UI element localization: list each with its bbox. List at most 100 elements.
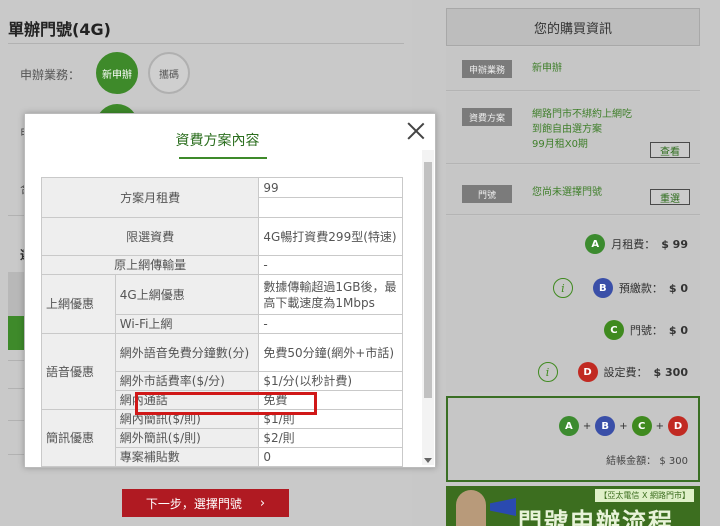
table-row: 方案月租費 99 — [41, 177, 403, 218]
row-value: 99 — [258, 177, 403, 198]
fee-label: 門號： — [629, 324, 663, 337]
fee-label: 月租費： — [611, 238, 656, 251]
total-amount: 結帳金額： $ 300 — [606, 452, 688, 467]
plan-tag: 資費方案 — [462, 108, 512, 126]
table-row: 上網優惠 4G上網優惠 數據傳輸超過1GB後，最高下載速度為1Mbps — [41, 274, 403, 334]
table-row: 簡訊優惠 網內簡訊($/則) $1/則 — [41, 409, 403, 467]
badge-d-icon: D — [668, 416, 688, 436]
number-porting-label: 攜碼 — [159, 69, 179, 81]
fee-amount: $ 0 — [668, 281, 688, 295]
row-label: 方案月租費 — [41, 177, 260, 218]
business-tag: 申辦業務 — [462, 60, 512, 78]
plan-value-line3: 99月租X0期 — [532, 139, 588, 150]
badge-b-icon: B — [595, 416, 616, 436]
row-label: 專案補貼數 — [114, 447, 260, 467]
row-label: 網外市話費率($/分) — [114, 371, 260, 391]
row-label: Wi-Fi上網 — [114, 314, 260, 334]
group-label: 語音優惠 — [41, 333, 116, 410]
row-value: 數據傳輸超過1GB後，最高下載速度為1Mbps — [258, 274, 403, 315]
next-button-label: 下一步，選擇門號 — [145, 496, 242, 511]
scrollbar-thumb[interactable] — [424, 162, 432, 398]
badge-c-icon: C — [603, 320, 624, 340]
page-title: 單辦門號(4G) — [8, 20, 111, 39]
plus-sign: + — [582, 420, 592, 432]
badge-b-icon: B — [592, 278, 613, 298]
title-divider — [8, 43, 404, 44]
sum-formula: A + B + C + D — [558, 416, 688, 436]
plan-table: 方案月租費 99 限選資費 4G暢打資費299型(特速) 原上網傳輸量 - 上網… — [41, 177, 403, 467]
fee-label: 預繳款： — [618, 282, 663, 295]
row-value: 4G暢打資費299型(特速) — [258, 217, 403, 256]
info-icon[interactable]: i — [552, 278, 573, 298]
plan-details-modal: 資費方案內容 方案月租費 99 限選資費 4G暢打資費299型(特速) 原上網傳… — [24, 113, 436, 468]
total-box: A + B + C + D 結帳金額： $ 300 — [446, 396, 700, 482]
sidebar-title: 您的購買資訊 — [446, 8, 700, 46]
fee-label: 設定費： — [603, 366, 648, 379]
plan-row: 資費方案 網路門市不綁約上網吃 到飽自由選方案 99月租X0期 查看 — [446, 92, 700, 164]
total-value: $ 300 — [659, 456, 688, 467]
banner-tag: 【亞太電信 X 網路門市】 — [595, 489, 694, 502]
plan-value-line2: 到飽自由選方案 — [532, 124, 602, 135]
promo-banner[interactable]: 【亞太電信 X 網路門市】 門號申辦流程 — [446, 486, 700, 526]
row-value: $1/則 — [258, 409, 403, 429]
background-selected-tab — [8, 316, 24, 350]
modal-scrollbar[interactable] — [422, 150, 434, 465]
chevron-right-icon: › — [259, 495, 266, 511]
fee-list: A 月租費： $ 99 i B 預繳款： $ 0 C 門號： $ 0 i D 設… — [446, 216, 700, 392]
new-application-option[interactable]: 新申辦 — [96, 52, 138, 94]
fee-amount: $ 300 — [653, 365, 688, 379]
fee-row-setup: i D 設定費： $ 300 — [537, 362, 688, 382]
badge-a-icon: A — [558, 416, 579, 436]
row-label: 網外簡訊($/則) — [114, 428, 260, 448]
row-value: 0 — [258, 447, 403, 467]
badge-a-icon: A — [585, 234, 606, 254]
view-plan-button[interactable]: 查看 — [650, 142, 690, 158]
row-label: 4G上網優惠 — [114, 274, 260, 315]
row-label: 網外語音免費分鐘數(分) — [114, 333, 260, 372]
row-label: 網內簡訊($/則) — [114, 409, 260, 429]
row-value: $1/分(以秒計費) — [258, 371, 403, 391]
person-icon — [456, 490, 486, 526]
table-row: 原上網傳輸量 - — [41, 255, 403, 275]
fee-amount: $ 99 — [661, 237, 688, 251]
badge-c-icon: C — [631, 416, 652, 436]
row-value: - — [258, 255, 403, 275]
group-label: 上網優惠 — [41, 274, 116, 334]
new-application-label: 新申辦 — [102, 69, 132, 81]
row-value: 免費50分鐘(網外+市話) — [258, 333, 403, 372]
badge-d-icon: D — [577, 362, 598, 382]
table-row: 限選資費 4G暢打資費299型(特速) — [41, 217, 403, 256]
reselect-number-button[interactable]: 重選 — [650, 189, 690, 205]
row-label: 網內通話 — [114, 390, 260, 410]
scroll-down-arrow-icon[interactable] — [424, 458, 432, 463]
plan-value-line1: 網路門市不綁約上網吃 — [532, 109, 632, 120]
table-row: 語音優惠 網外語音免費分鐘數(分) 免費50分鐘(網外+市話) — [41, 333, 403, 410]
group-label: 簡訊優惠 — [41, 409, 116, 467]
fee-row-number: C 門號： $ 0 — [603, 320, 688, 340]
row-label: 原上網傳輸量 — [41, 255, 260, 275]
number-porting-option[interactable]: 攜碼 — [148, 52, 190, 94]
fee-row-monthly: A 月租費： $ 99 — [585, 234, 688, 254]
service-label: 申辦業務： — [20, 68, 81, 82]
plus-sign: + — [619, 420, 628, 432]
row-value: $2/則 — [258, 428, 403, 448]
fee-amount: $ 0 — [668, 323, 688, 337]
number-row: 門號 您尚未選擇門號 重選 — [446, 165, 700, 215]
fee-row-prepaid: i B 預繳款： $ 0 — [552, 278, 688, 298]
total-label: 結帳金額： — [606, 456, 657, 467]
megaphone-icon — [490, 498, 516, 516]
plus-sign: + — [655, 420, 664, 432]
title-underline — [179, 157, 267, 159]
close-icon[interactable] — [407, 122, 425, 140]
business-row: 申辦業務 新申辦 — [446, 47, 700, 91]
purchase-summary-sidebar: 您的購買資訊 申辦業務 新申辦 資費方案 網路門市不綁約上網吃 到飽自由選方案 … — [446, 8, 700, 526]
number-value: 您尚未選擇門號 — [532, 187, 602, 198]
modal-title: 資費方案內容 — [175, 133, 260, 149]
plan-table-scroll-area: 方案月租費 99 限選資費 4G暢打資費299型(特速) 原上網傳輸量 - 上網… — [41, 177, 403, 467]
row-value: - — [258, 314, 403, 334]
business-value: 新申辦 — [532, 63, 562, 74]
next-select-number-button[interactable]: 下一步，選擇門號 › — [122, 489, 289, 517]
info-icon[interactable]: i — [537, 362, 558, 382]
row-label: 限選資費 — [41, 217, 260, 256]
row-value: 免費 — [258, 390, 403, 410]
